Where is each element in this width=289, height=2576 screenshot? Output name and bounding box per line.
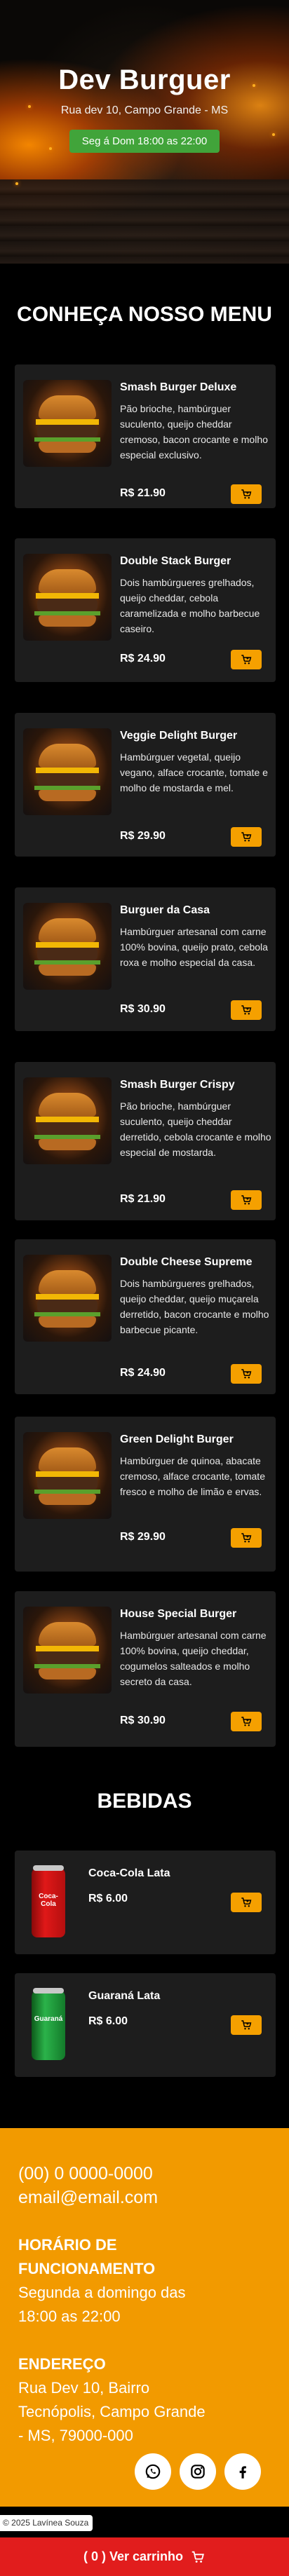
menu-item-card: Double Stack Burger Dois hambúrgueres gre… bbox=[15, 538, 276, 682]
drink-price: R$ 6.00 bbox=[88, 2015, 128, 2027]
menu-item-card: House Special Burger Hambúrguer artesanal… bbox=[15, 1591, 276, 1747]
add-to-cart-button[interactable] bbox=[231, 650, 262, 669]
instagram-icon bbox=[191, 2465, 205, 2479]
wood-background bbox=[0, 179, 289, 264]
ember-decoration bbox=[15, 182, 18, 185]
instagram-link[interactable] bbox=[180, 2453, 216, 2490]
footer-email[interactable]: email@email.com bbox=[18, 2186, 158, 2209]
burger-image bbox=[23, 728, 112, 815]
burger-image bbox=[23, 1255, 112, 1342]
menu-item-name: Veggie Delight Burger bbox=[120, 730, 238, 742]
burger-image bbox=[23, 1607, 112, 1694]
menu-item-card: Smash Burger Crispy Pão brioche, hambúrgu… bbox=[15, 1062, 276, 1220]
burger-image bbox=[23, 554, 112, 641]
menu-item-price: R$ 21.90 bbox=[120, 1193, 166, 1205]
menu-item-card: Veggie Delight Burger Hambúrguer vegetal,… bbox=[15, 713, 276, 857]
cart-icon bbox=[241, 2020, 252, 2030]
drinks-section-title: BEBIDAS bbox=[97, 1790, 192, 1813]
restaurant-name: Dev Burguer bbox=[58, 64, 231, 95]
menu-item-name: Smash Burger Crispy bbox=[120, 1079, 235, 1091]
menu-item-card: Smash Burger Deluxe Pão brioche, hambúrgu… bbox=[15, 364, 276, 508]
hours-heading: HORÁRIO DE bbox=[18, 2236, 117, 2254]
menu-item-price: R$ 24.90 bbox=[120, 653, 166, 665]
menu-item-price: R$ 29.90 bbox=[120, 830, 166, 842]
drink-card: Guaraná Guaraná Lata R$ 6.00 bbox=[15, 1973, 276, 2077]
burger-image bbox=[23, 1432, 112, 1519]
menu-item-description: Dois hambúrgueres grelhados, queijo ched… bbox=[120, 1278, 269, 1335]
whatsapp-icon bbox=[145, 2464, 161, 2479]
cart-icon bbox=[191, 2551, 205, 2563]
menu-item-price: R$ 21.90 bbox=[120, 487, 166, 499]
cart-icon bbox=[241, 1533, 252, 1543]
cart-icon bbox=[241, 1717, 252, 1726]
menu-item-name: Smash Burger Deluxe bbox=[120, 381, 237, 393]
address-text: Tecnópolis, Campo Grande bbox=[18, 2403, 206, 2420]
facebook-link[interactable] bbox=[224, 2453, 261, 2490]
add-to-cart-button[interactable] bbox=[231, 1190, 262, 1210]
drink-name: Coca-Cola Lata bbox=[88, 1867, 170, 1879]
menu-item-card: Burguer da Casa Hambúrguer artesanal com … bbox=[15, 887, 276, 1031]
burger-image bbox=[23, 380, 112, 467]
menu-item-name: Green Delight Burger bbox=[120, 1433, 234, 1445]
add-to-cart-button[interactable] bbox=[231, 1000, 262, 1020]
restaurant-address: Rua dev 10, Campo Grande - MS bbox=[60, 104, 229, 116]
facebook-icon bbox=[239, 2466, 246, 2479]
drink-card: Coca-Cola Coca-Cola Lata R$ 6.00 bbox=[15, 1851, 276, 1954]
add-to-cart-button[interactable] bbox=[231, 1364, 262, 1384]
menu-item-card: Double Cheese Supreme Dois hambúrgueres g… bbox=[15, 1239, 276, 1394]
menu-item-name: Burguer da Casa bbox=[120, 904, 210, 916]
address-heading: ENDEREÇO bbox=[18, 2355, 106, 2373]
address-text: Rua Dev 10, Bairro bbox=[18, 2379, 150, 2397]
menu-item-description: Hambúrguer artesanal com carne 100% bovi… bbox=[120, 926, 268, 968]
hero-banner: Dev Burguer Rua dev 10, Campo Grande - M… bbox=[0, 0, 289, 264]
cart-icon bbox=[241, 655, 252, 665]
hours-heading: FUNCIONAMENTO bbox=[18, 2260, 156, 2277]
drink-image: Guaraná bbox=[27, 1987, 69, 2063]
menu-item-price: R$ 29.90 bbox=[120, 1531, 166, 1543]
whatsapp-link[interactable] bbox=[135, 2453, 171, 2490]
cart-icon bbox=[241, 832, 252, 842]
menu-item-card: Green Delight Burger Hambúrguer de quinoa… bbox=[15, 1417, 276, 1572]
can-logo: Coca-Cola bbox=[39, 1893, 58, 1908]
footer-phone[interactable]: (00) 0 0000-0000 bbox=[18, 2162, 153, 2186]
menu-item-description: Hambúrguer vegetal, queijo vegano, alfac… bbox=[120, 751, 268, 793]
menu-item-description: Pão brioche, hambúrguer suculento, queij… bbox=[120, 1100, 271, 1158]
add-to-cart-button[interactable] bbox=[231, 484, 262, 504]
burger-image bbox=[23, 903, 112, 990]
cart-icon bbox=[241, 489, 252, 499]
menu-item-price: R$ 30.90 bbox=[120, 1715, 166, 1726]
view-cart-button[interactable]: ( 0 ) Ver carrinho bbox=[0, 2537, 289, 2576]
menu-item-name: Double Cheese Supreme bbox=[120, 1256, 253, 1268]
cart-icon bbox=[241, 1897, 252, 1907]
add-to-cart-button[interactable] bbox=[231, 827, 262, 847]
drink-name: Guaraná Lata bbox=[88, 1990, 161, 2002]
can-logo: Guaraná bbox=[34, 2015, 63, 2023]
cart-icon bbox=[241, 1369, 252, 1379]
burger-image bbox=[23, 1077, 112, 1164]
hours-text: 18:00 as 22:00 bbox=[18, 2308, 121, 2325]
menu-item-description: Hambúrguer de quinoa, abacate cremoso, a… bbox=[120, 1455, 265, 1497]
add-to-cart-button[interactable] bbox=[231, 1712, 262, 1731]
menu-section-title: CONHEÇA NOSSO MENU bbox=[17, 303, 272, 326]
menu-item-description: Hambúrguer artesanal com carne 100% bovi… bbox=[120, 1630, 267, 1687]
copyright: © 2025 Lavínea Souza bbox=[0, 2515, 93, 2531]
add-to-cart-button[interactable] bbox=[231, 1893, 262, 1912]
menu-item-name: Double Stack Burger bbox=[120, 555, 231, 567]
menu-item-description: Dois hambúrgueres grelhados, queijo ched… bbox=[120, 577, 260, 634]
add-to-cart-button[interactable] bbox=[231, 2015, 262, 2035]
cart-icon bbox=[241, 1005, 252, 1015]
drink-image: Coca-Cola bbox=[27, 1865, 69, 1940]
opening-hours-badge: Seg á Dom 18:00 as 22:00 bbox=[69, 130, 220, 153]
cart-icon bbox=[241, 1195, 252, 1205]
menu-item-price: R$ 30.90 bbox=[120, 1003, 166, 1015]
address-text: - MS, 79000-000 bbox=[18, 2427, 133, 2444]
add-to-cart-button[interactable] bbox=[231, 1528, 262, 1548]
menu-item-price: R$ 24.90 bbox=[120, 1367, 166, 1379]
menu-item-name: House Special Burger bbox=[120, 1608, 237, 1620]
view-cart-label: ( 0 ) Ver carrinho bbox=[83, 2549, 184, 2563]
drink-price: R$ 6.00 bbox=[88, 1893, 128, 1904]
menu-item-description: Pão brioche, hambúrguer suculento, queij… bbox=[120, 403, 268, 461]
hours-text: Segunda a domingo das bbox=[18, 2284, 186, 2301]
